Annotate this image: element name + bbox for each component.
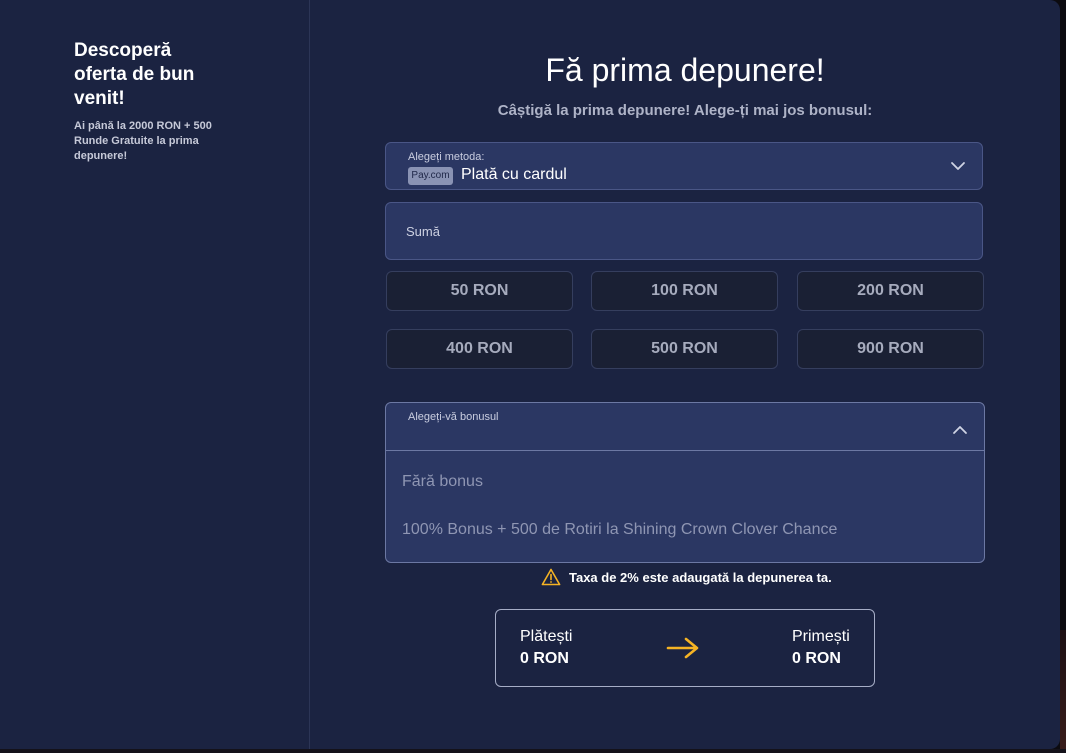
receive-value: 0 RON — [792, 650, 841, 667]
deposit-summary: Plătești 0 RON Primești 0 RON — [495, 609, 875, 687]
payment-method-value: Plată cu cardul — [461, 166, 567, 183]
payment-method-select[interactable]: Alegeți metoda: Pay.com Plată cu cardul — [385, 142, 983, 190]
preset-100-button[interactable]: 100 RON — [591, 271, 778, 311]
chevron-down-icon — [951, 162, 965, 170]
bonus-label: Alegeți-vă bonusul — [408, 411, 499, 423]
preset-900-button[interactable]: 900 RON — [797, 329, 984, 369]
preset-400-button[interactable]: 400 RON — [386, 329, 573, 369]
promo-title: Descoperă oferta de bun venit! — [74, 40, 195, 109]
receive-label: Primești — [792, 628, 850, 645]
preset-50-button[interactable]: 50 RON — [386, 271, 573, 311]
bonus-option-none[interactable]: Fără bonus — [402, 473, 483, 491]
amount-input[interactable] — [386, 203, 982, 259]
amount-field[interactable] — [385, 202, 983, 260]
preset-500-button[interactable]: 500 RON — [591, 329, 778, 369]
sidebar: Descoperă oferta de bun venit! Ai până l… — [0, 0, 310, 749]
page-backdrop — [1060, 630, 1066, 753]
preset-200-button[interactable]: 200 RON — [797, 271, 984, 311]
pay-label: Plătești — [520, 628, 573, 645]
paycom-logo: Pay.com — [408, 167, 453, 185]
page-subtitle: Câștigă la prima depunere! Alege-ți mai … — [497, 102, 873, 119]
bonus-select[interactable]: Alegeți-vă bonusul — [386, 403, 984, 451]
tax-note-text: Taxa de 2% este adaugată la depunerea ta… — [569, 569, 832, 585]
deposit-form: Fă prima depunere! Câștigă la prima depu… — [310, 0, 1060, 749]
warning-icon — [541, 568, 561, 586]
pay-value: 0 RON — [520, 650, 569, 667]
chevron-up-icon — [953, 426, 967, 434]
arrow-right-icon — [666, 637, 699, 659]
bonus-option-welcome[interactable]: 100% Bonus + 500 de Rotiri la Shining Cr… — [402, 521, 837, 539]
page-backdrop-bottom — [0, 749, 1066, 753]
bonus-dropdown: Alegeți-vă bonusul Fără bonus 100% Bonus… — [385, 402, 985, 563]
page-title: Fă prima depunere! — [545, 52, 825, 88]
promo-description: Ai până la 2000 RON + 500 Runde Gratuite… — [74, 120, 212, 162]
tax-note: Taxa de 2% este adaugată la depunerea ta… — [541, 567, 832, 587]
deposit-modal: Descoperă oferta de bun venit! Ai până l… — [0, 0, 1060, 749]
payment-method-label: Alegeți metoda: — [408, 151, 485, 163]
